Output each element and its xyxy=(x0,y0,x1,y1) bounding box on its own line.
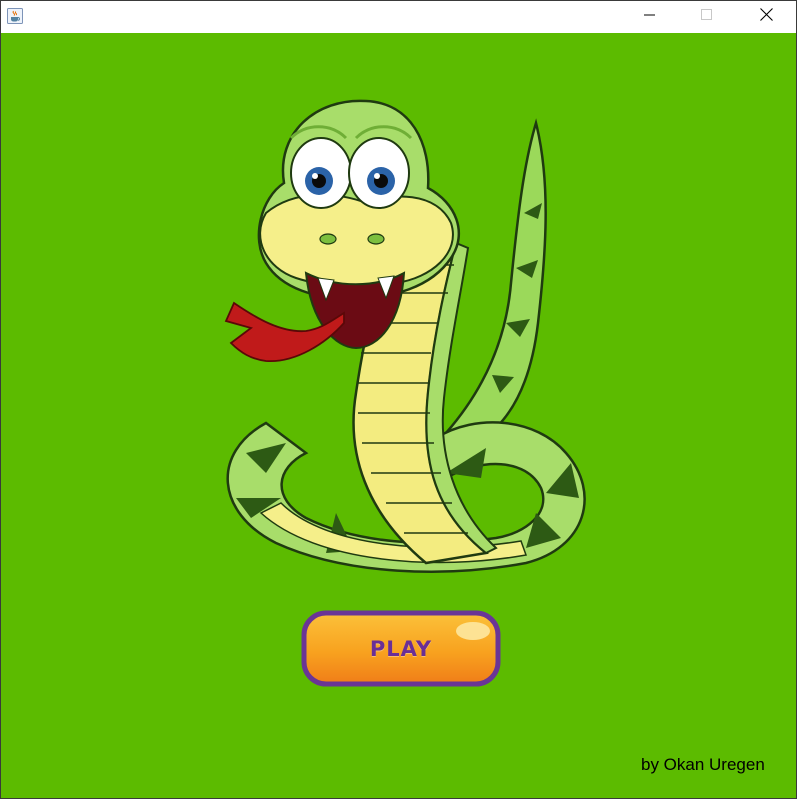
snake-mascot-image xyxy=(206,93,606,613)
app-window: PLAY by Okan Uregen xyxy=(0,0,797,799)
close-icon xyxy=(759,8,773,26)
author-credit: by Okan Uregen xyxy=(641,755,765,774)
minimize-button[interactable] xyxy=(627,1,673,33)
close-button[interactable] xyxy=(743,1,789,33)
maximize-icon xyxy=(701,8,713,26)
game-screen: PLAY by Okan Uregen xyxy=(1,33,796,798)
java-cup-icon[interactable] xyxy=(7,8,23,24)
minimize-icon xyxy=(644,8,656,26)
play-button[interactable]: PLAY xyxy=(301,610,501,687)
maximize-button[interactable] xyxy=(684,1,730,33)
title-bar[interactable] xyxy=(1,1,796,33)
